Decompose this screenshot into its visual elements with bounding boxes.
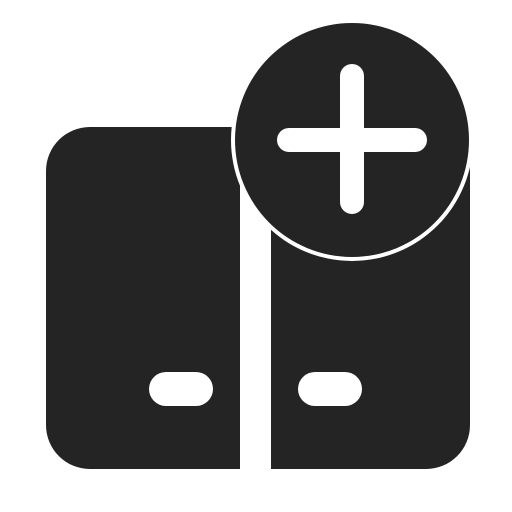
left-door-handle — [149, 372, 213, 406]
left-door-shape — [46, 127, 240, 469]
icon-canvas — [0, 0, 512, 512]
closet-add-icon — [46, 23, 470, 469]
right-door-handle — [298, 372, 362, 406]
plus-icon-horizontal — [277, 128, 427, 152]
